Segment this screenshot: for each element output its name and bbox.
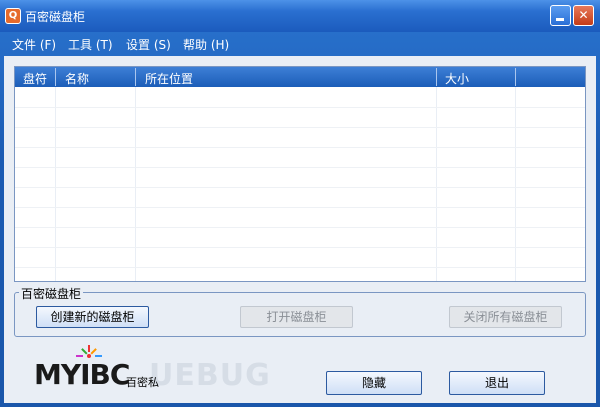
app-icon: Q [5, 8, 21, 24]
group-label: 百密磁盘柜 [19, 285, 84, 302]
column-header-drive[interactable]: 盘符 [23, 70, 47, 87]
create-cabinet-button[interactable]: 创建新的磁盘柜 [36, 306, 149, 328]
app-window: Q 百密磁盘柜 ✕ 文件 (F) 工具 (T) 设置 (S) 帮助 (H) 盘符… [0, 0, 600, 407]
row-gridline [15, 167, 585, 168]
exit-button[interactable]: 退出 [449, 371, 545, 395]
menu-bar: 文件 (F) 工具 (T) 设置 (S) 帮助 (H) [4, 32, 596, 56]
column-divider [515, 68, 516, 86]
column-header-size[interactable]: 大小 [445, 70, 469, 87]
row-gridline [15, 107, 585, 108]
window-title: 百密磁盘柜 [25, 10, 86, 24]
close-window-button[interactable]: ✕ [573, 5, 594, 26]
column-header-name[interactable]: 名称 [65, 70, 89, 87]
row-gridline [15, 267, 585, 268]
row-gridline [15, 247, 585, 248]
column-header-location[interactable]: 所在位置 [145, 70, 193, 87]
column-gridline [135, 87, 136, 281]
minimize-icon [556, 18, 564, 21]
close-icon: ✕ [578, 8, 589, 22]
column-divider [436, 68, 437, 86]
logo-subtext: 百密私 [126, 376, 159, 389]
list-header: 盘符 名称 所在位置 大小 [15, 67, 585, 87]
disk-cabinet-list[interactable]: 盘符 名称 所在位置 大小 [14, 66, 586, 282]
brand-logo: MYIBC 百密私 [34, 344, 184, 394]
client-area: 盘符 名称 所在位置 大小 百密磁盘柜 创建新的磁盘柜 打开磁盘柜 关闭所有磁盘… [4, 56, 596, 403]
row-gridline [15, 127, 585, 128]
column-gridline [436, 87, 437, 281]
title-bar[interactable]: Q 百密磁盘柜 ✕ [0, 0, 600, 32]
cabinet-actions-group: 百密磁盘柜 创建新的磁盘柜 打开磁盘柜 关闭所有磁盘柜 [14, 285, 586, 337]
close-all-cabinets-button[interactable]: 关闭所有磁盘柜 [449, 306, 562, 328]
column-divider [135, 68, 136, 86]
menu-tools[interactable]: 工具 (T) [68, 36, 113, 53]
minimize-button[interactable] [550, 5, 571, 26]
open-cabinet-button[interactable]: 打开磁盘柜 [240, 306, 353, 328]
menu-help[interactable]: 帮助 (H) [183, 36, 229, 53]
row-gridline [15, 147, 585, 148]
column-divider [55, 68, 56, 86]
logo-text: MYIBC [34, 358, 130, 391]
menu-settings[interactable]: 设置 (S) [126, 36, 171, 53]
menu-file[interactable]: 文件 (F) [12, 36, 56, 53]
column-gridline [515, 87, 516, 281]
row-gridline [15, 227, 585, 228]
row-gridline [15, 207, 585, 208]
hide-button[interactable]: 隐藏 [326, 371, 422, 395]
row-gridline [15, 187, 585, 188]
column-gridline [55, 87, 56, 281]
